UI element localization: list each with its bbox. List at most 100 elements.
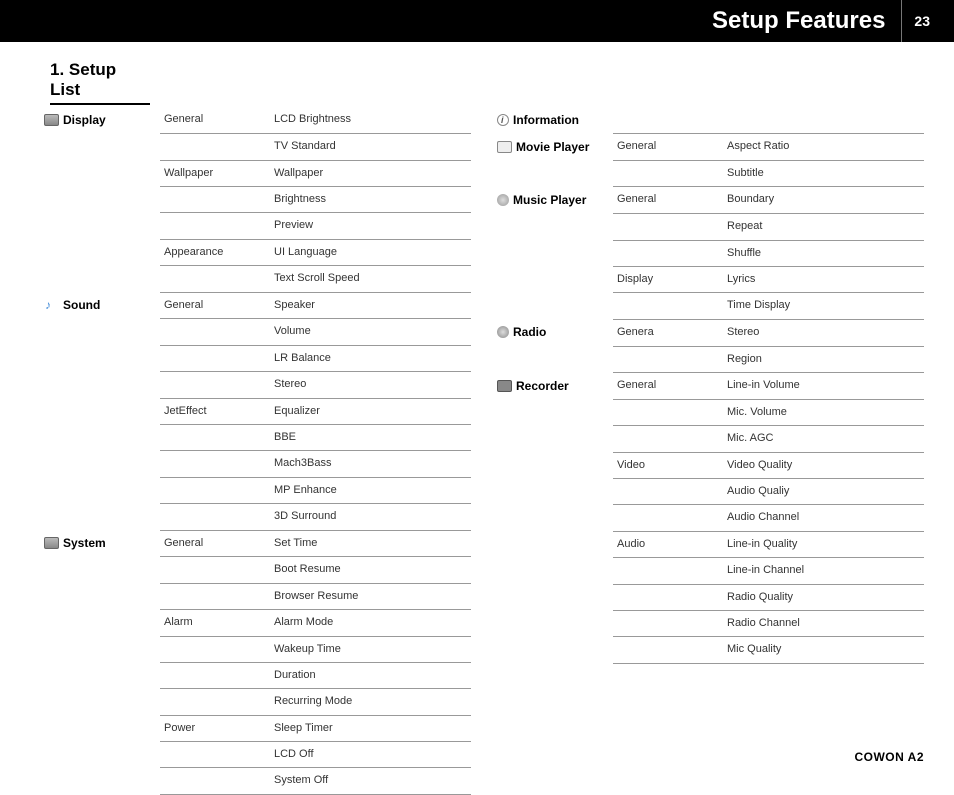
- category-cell-empty: [40, 557, 160, 583]
- setting-item: Set Time: [270, 530, 471, 557]
- setting-item: Line-in Quality: [723, 531, 924, 557]
- category-cell-empty: [493, 267, 613, 293]
- group-cell-empty: [613, 610, 723, 636]
- group-cell-empty: [160, 504, 270, 530]
- category-cell-empty: [40, 610, 160, 636]
- group-cell-empty: [160, 689, 270, 715]
- group-cell-empty: [613, 584, 723, 610]
- group-label: Alarm: [160, 610, 270, 636]
- category-radio: Radio: [493, 319, 613, 346]
- setting-item: UI Language: [270, 239, 471, 265]
- setting-item: Stereo: [270, 372, 471, 398]
- category-cell-empty: [40, 689, 160, 715]
- group-cell-empty: [160, 134, 270, 160]
- group-cell-empty: [160, 425, 270, 451]
- group-cell-empty: [160, 583, 270, 609]
- setting-item: Time Display: [723, 293, 924, 319]
- setting-item: TV Standard: [270, 134, 471, 160]
- category-label: Movie Player: [516, 140, 589, 154]
- category-cell-empty: [493, 558, 613, 584]
- category-cell-empty: [40, 239, 160, 265]
- group-cell-empty: [613, 637, 723, 663]
- setting-item: Recurring Mode: [270, 689, 471, 715]
- group-cell-empty: [160, 477, 270, 503]
- category-cell-empty: [493, 479, 613, 505]
- setting-item: Speaker: [270, 292, 471, 319]
- group-cell-empty: [613, 161, 723, 187]
- category-cell-empty: [40, 662, 160, 688]
- setting-item: Stereo: [723, 319, 924, 346]
- system-icon: [44, 537, 59, 549]
- setting-item: LR Balance: [270, 345, 471, 371]
- setting-item: Sleep Timer: [270, 715, 471, 741]
- group-cell-empty: [613, 293, 723, 319]
- group-cell-empty: [613, 346, 723, 372]
- group-label: Wallpaper: [160, 160, 270, 186]
- category-cell-empty: [40, 636, 160, 662]
- setting-item: Preview: [270, 213, 471, 239]
- category-cell-empty: [40, 319, 160, 345]
- setting-item: Volume: [270, 319, 471, 345]
- setting-item: Radio Quality: [723, 584, 924, 610]
- setting-item: Boundary: [723, 187, 924, 214]
- category-recorder: Recorder: [493, 373, 613, 400]
- category-cell-empty: [493, 161, 613, 187]
- category-label: Radio: [513, 325, 546, 339]
- setting-item: Boot Resume: [270, 557, 471, 583]
- category-cell-empty: [40, 504, 160, 530]
- category-cell-empty: [493, 637, 613, 663]
- group-cell-empty: [613, 240, 723, 266]
- group-cell-empty: [613, 558, 723, 584]
- group-cell-empty: [160, 557, 270, 583]
- group-label: Appearance: [160, 239, 270, 265]
- right-column: InformationMovie PlayerGeneralAspect Rat…: [493, 107, 924, 795]
- setting-item: Repeat: [723, 214, 924, 240]
- category-cell-empty: [40, 134, 160, 160]
- group-cell-empty: [160, 187, 270, 213]
- setting-item: Region: [723, 346, 924, 372]
- setting-item: Wallpaper: [270, 160, 471, 186]
- setting-item: LCD Brightness: [270, 107, 471, 134]
- category-cell-empty: [40, 425, 160, 451]
- category-cell-empty: [40, 451, 160, 477]
- setting-item: Line-in Volume: [723, 373, 924, 400]
- left-table: DisplayGeneralLCD BrightnessTV StandardW…: [40, 107, 471, 795]
- setting-item: Wakeup Time: [270, 636, 471, 662]
- setup-list-content: DisplayGeneralLCD BrightnessTV StandardW…: [0, 107, 954, 795]
- item-cell: [723, 107, 924, 134]
- category-cell-empty: [493, 426, 613, 452]
- category-information: Information: [493, 107, 613, 134]
- group-cell-empty: [160, 662, 270, 688]
- setting-item: Video Quality: [723, 452, 924, 478]
- category-system: System: [40, 530, 160, 557]
- display-icon: [44, 114, 59, 126]
- category-cell-empty: [40, 160, 160, 186]
- category-label: Display: [63, 113, 106, 127]
- group-cell-empty: [613, 505, 723, 531]
- category-cell-empty: [40, 372, 160, 398]
- left-column: DisplayGeneralLCD BrightnessTV StandardW…: [40, 107, 471, 795]
- group-label: JetEffect: [160, 398, 270, 424]
- category-cell-empty: [493, 346, 613, 372]
- setting-item: Line-in Channel: [723, 558, 924, 584]
- category-cell-empty: [493, 399, 613, 425]
- category-label: Recorder: [516, 379, 569, 393]
- setting-item: Audio Qualiy: [723, 479, 924, 505]
- sound-icon: [44, 299, 59, 311]
- category-cell-empty: [40, 187, 160, 213]
- setting-item: BBE: [270, 425, 471, 451]
- group-cell-empty: [160, 636, 270, 662]
- category-cell-empty: [493, 214, 613, 240]
- category-cell-empty: [40, 266, 160, 292]
- category-cell-empty: [40, 715, 160, 741]
- setting-item: Mach3Bass: [270, 451, 471, 477]
- group-cell-empty: [160, 372, 270, 398]
- setting-item: System Off: [270, 768, 471, 794]
- category-cell-empty: [40, 768, 160, 794]
- category-label: System: [63, 536, 106, 550]
- page-number: 23: [902, 13, 930, 29]
- group-label: Genera: [613, 319, 723, 346]
- setting-item: Mic. Volume: [723, 399, 924, 425]
- group-cell-empty: [160, 768, 270, 794]
- category-cell-empty: [40, 583, 160, 609]
